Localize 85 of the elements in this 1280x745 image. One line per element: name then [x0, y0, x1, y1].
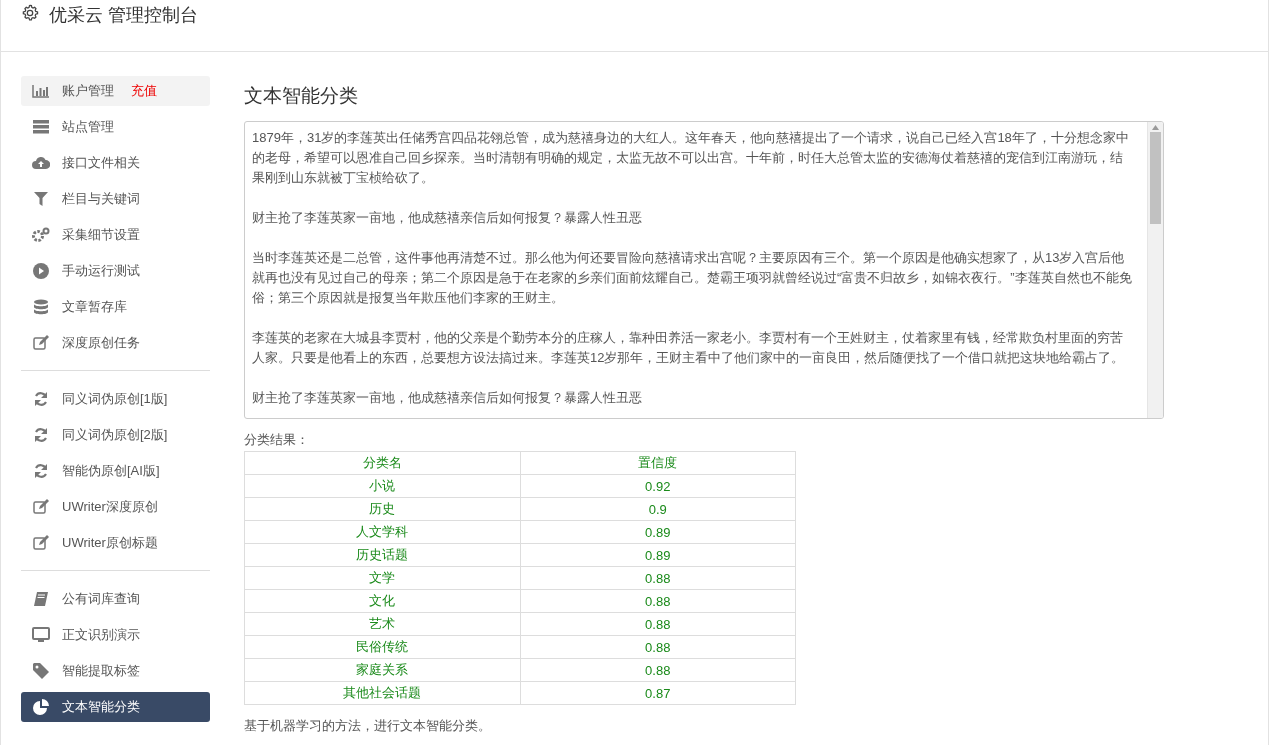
- text-paragraph: 财主抢了李莲英家一亩地，他成慈禧亲信后如何报复？暴露人性丑恶: [252, 389, 643, 407]
- sidebar-item[interactable]: 接口文件相关: [21, 148, 210, 178]
- sidebar-item[interactable]: 采集细节设置: [21, 220, 210, 250]
- table-cell: 0.92: [520, 474, 796, 498]
- page-title: 文本智能分类: [244, 84, 359, 108]
- item-label: 栏目与关键词: [62, 190, 140, 208]
- table-cell: 其他社会话题: [244, 681, 520, 705]
- footnote: 基于机器学习的方法，进行文本智能分类。: [244, 717, 492, 735]
- table-cell: 0.88: [520, 658, 796, 682]
- table-cell: 0.88: [520, 612, 796, 636]
- item-label: 站点管理: [62, 118, 114, 136]
- play-icon: [31, 263, 51, 279]
- sidebar-item[interactable]: 正文识别演示: [21, 620, 210, 650]
- item-label: 智能伪原创[AI版]: [62, 462, 160, 480]
- sidebar-item[interactable]: 文本智能分类: [21, 692, 210, 722]
- sidebar-item[interactable]: 同义词伪原创[2版]: [21, 420, 210, 450]
- column-header: 分类名: [244, 451, 520, 475]
- pie-chart-icon: [31, 699, 51, 715]
- table-cell: 民俗传统: [244, 635, 520, 659]
- book-icon: [31, 591, 51, 607]
- app-title: 优采云 管理控制台: [49, 4, 198, 26]
- sidebar-item[interactable]: 文章暂存库: [21, 292, 210, 322]
- table-cell: 0.9: [520, 497, 796, 521]
- table-cell: 文化: [244, 589, 520, 613]
- monitor-icon: [31, 627, 51, 643]
- filter-icon: [31, 192, 51, 206]
- bar-chart-icon: [31, 84, 51, 98]
- edit-icon: [31, 499, 51, 515]
- table-cell: 艺术: [244, 612, 520, 636]
- sidebar-item[interactable]: 账户管理 充值: [21, 76, 210, 106]
- item-label: UWriter深度原创: [62, 498, 158, 516]
- sidebar-item[interactable]: UWriter原创标题: [21, 528, 210, 558]
- sidebar-item[interactable]: 站点管理: [21, 112, 210, 142]
- text-paragraph: 李莲英的老家在大城县李贾村，他的父亲是个勤劳本分的庄稼人，靠种田养活一家老小。李贾村有一个王姓财主，仗着家里有钱，经常欺负村里面的穷苦人家。只要是他看上的东西，总要想方设法搞过来。李莲英12岁那年，王财主看中了他们家中的一亩良田，然后随便找了一个借口就把这块地给霸占了。: [252, 329, 1126, 367]
- database-icon: [31, 299, 51, 315]
- sidebar-item[interactable]: 深度原创任务: [21, 328, 210, 358]
- text-paragraph: 1879年，31岁的李莲英出任储秀宫四品花翎总管，成为慈禧身边的大红人。这年春天，他向慈禧提出了一个请求，说自己已经入宫18年了，十分想念家中的老母，希望可以恩准自己回乡探亲。当时清朝有明确的规定，太监无故不可以出宫。十年前，时任大总管太监的安德海仗着慈禧的宠信到江南游玩，结果刚到山东就被丁宝桢给砍了。: [252, 129, 1130, 187]
- table-cell: 0.88: [520, 566, 796, 590]
- sidebar-item[interactable]: UWriter深度原创: [21, 492, 210, 522]
- item-label: 手动运行测试: [62, 262, 140, 280]
- item-label: 正文识别演示: [62, 626, 140, 644]
- sidebar-item[interactable]: 栏目与关键词: [21, 184, 210, 214]
- table-cell: 0.89: [520, 520, 796, 544]
- scrollbar-thumb[interactable]: [1150, 132, 1161, 224]
- table-cell: 0.89: [520, 543, 796, 567]
- sidebar-item[interactable]: 同义词伪原创[1版]: [21, 384, 210, 414]
- column-header: 置信度: [520, 451, 796, 475]
- item-label: 文本智能分类: [62, 698, 140, 716]
- gears-icon: [31, 227, 51, 243]
- text-paragraph: 当时李莲英还是二总管，这件事他再清楚不过。那么他为何还要冒险向慈禧请求出宫呢？主要原因有三个。第一个原因是他确实想家了，从13岁入宫后他就再也没有见过自己的母亲；第二个原因是急于在老家的乡亲们面前炫耀自己。楚霸王项羽就曾经说过“富贵不归故乡，如锦衣夜行。”李莲英自然也不能免俗；第三个原因就是报复当年欺压他们李家的王财主。: [252, 249, 1133, 307]
- text-input-area[interactable]: [244, 121, 1164, 419]
- sidebar-item[interactable]: 手动运行测试: [21, 256, 210, 286]
- sidebar-item[interactable]: 智能伪原创[AI版]: [21, 456, 210, 486]
- table-cell: 人文学科: [244, 520, 520, 544]
- settings-icon: [21, 4, 39, 22]
- recharge-link[interactable]: 充值: [131, 82, 157, 100]
- table-cell: 文学: [244, 566, 520, 590]
- sidebar-item[interactable]: 智能提取标签: [21, 656, 210, 686]
- item-label: 智能提取标签: [62, 662, 140, 680]
- table-cell: 0.88: [520, 635, 796, 659]
- item-label: 公有词库查询: [62, 590, 140, 608]
- edit-icon: [31, 535, 51, 551]
- table-cell: 历史话题: [244, 543, 520, 567]
- table-cell: 0.87: [520, 681, 796, 705]
- item-label: UWriter原创标题: [62, 534, 158, 552]
- item-label: 文章暂存库: [62, 298, 127, 316]
- scrollbar[interactable]: [1147, 122, 1163, 418]
- scroll-up-icon[interactable]: [1152, 125, 1159, 130]
- server-icon: [31, 120, 51, 134]
- table-cell: 历史: [244, 497, 520, 521]
- table-cell: 家庭关系: [244, 658, 520, 682]
- item-label: 账户管理: [62, 82, 114, 100]
- item-label: 采集细节设置: [62, 226, 140, 244]
- table-cell: 0.88: [520, 589, 796, 613]
- item-label: 接口文件相关: [62, 154, 140, 172]
- cloud-upload-icon: [31, 156, 51, 170]
- text-paragraph: 财主抢了李莲英家一亩地，他成慈禧亲信后如何报复？暴露人性丑恶: [252, 209, 643, 227]
- tag-icon: [31, 663, 51, 679]
- item-label: 同义词伪原创[2版]: [62, 426, 168, 444]
- result-label: 分类结果：: [244, 431, 310, 449]
- edit-icon: [31, 335, 51, 351]
- sidebar-item[interactable]: 公有词库查询: [21, 584, 210, 614]
- item-label: 同义词伪原创[1版]: [62, 390, 168, 408]
- table-cell: 小说: [244, 474, 520, 498]
- item-label: 深度原创任务: [62, 334, 140, 352]
